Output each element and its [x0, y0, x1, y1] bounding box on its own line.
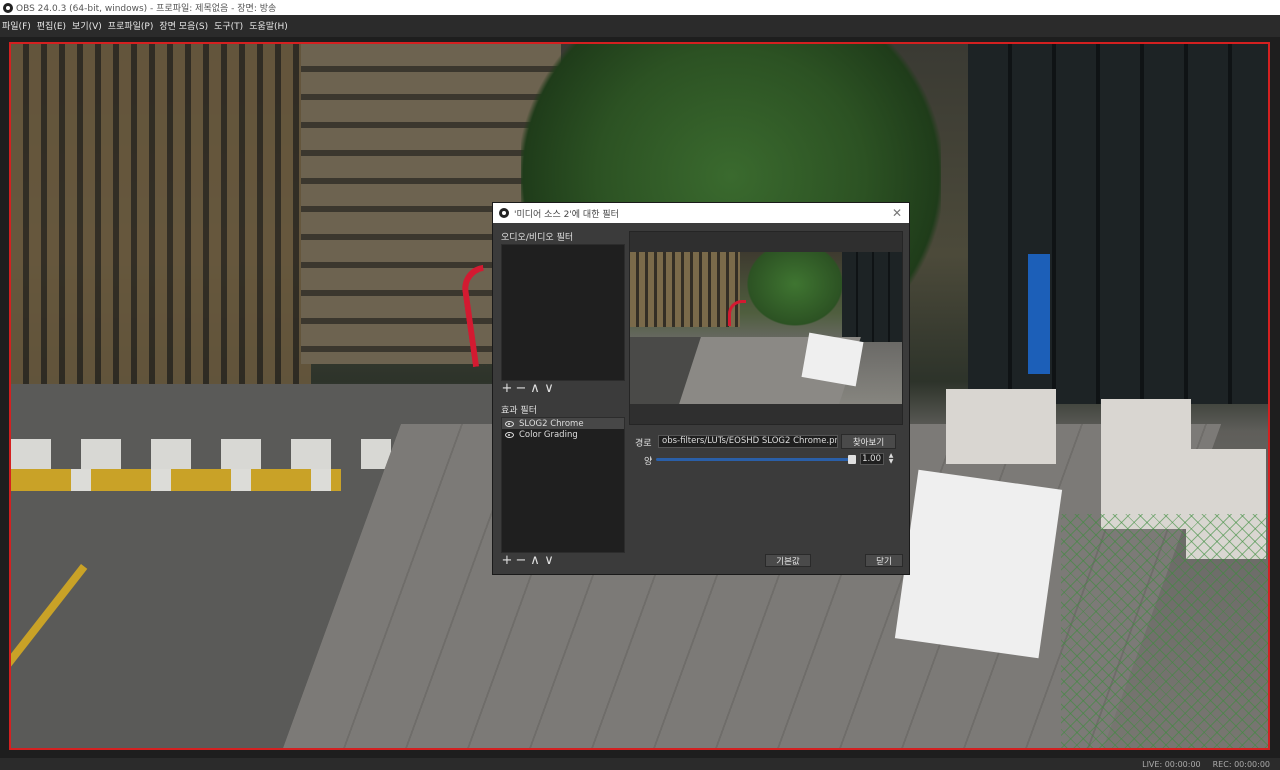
blue-sign — [1028, 254, 1050, 374]
path-label: 경로 — [635, 439, 652, 449]
building-left — [11, 44, 311, 384]
effect-filter-name: SLOG2 Chrome — [519, 418, 584, 429]
store-banner — [801, 332, 864, 387]
green-fence — [1061, 514, 1268, 748]
road-markings — [11, 469, 341, 491]
effect-filter-item[interactable]: Color Grading — [502, 429, 624, 440]
filter-preview — [629, 231, 903, 425]
dialog-title-bar[interactable]: '미디어 소스 2'에 대한 필터 ✕ — [493, 203, 909, 223]
effect-filter-item[interactable]: SLOG2 Chrome — [502, 418, 624, 429]
menu-edit[interactable]: 편집(E) — [35, 19, 70, 32]
menu-profile[interactable]: 프로파일(P) — [106, 19, 158, 32]
menu-scene-collection[interactable]: 장면 모음(S) — [157, 19, 212, 32]
defaults-button[interactable]: 기본값 — [765, 554, 811, 567]
effect-filter-list[interactable]: SLOG2 Chrome Color Grading — [501, 417, 625, 553]
title-bar: OBS 24.0.3 (64-bit, windows) - 프로파일: 제목없… — [0, 0, 1280, 15]
red-sculpture — [728, 300, 746, 326]
close-button[interactable]: 닫기 — [865, 554, 903, 567]
move-up-button[interactable]: ∧ — [529, 553, 541, 568]
menu-file[interactable]: 파일(F) — [0, 19, 35, 32]
amount-label: 양 — [644, 457, 653, 467]
air-conditioner — [1101, 399, 1191, 529]
trees — [740, 252, 850, 332]
air-conditioner — [946, 389, 1056, 464]
menu-view[interactable]: 보기(V) — [70, 19, 106, 32]
add-filter-button[interactable]: + — [501, 381, 513, 396]
remove-filter-button[interactable]: − — [515, 553, 527, 568]
crosswalk — [11, 439, 391, 469]
building-right — [842, 252, 902, 342]
obs-logo-icon — [499, 208, 509, 218]
live-status: LIVE: 00:00:00 — [1142, 759, 1201, 769]
amount-input[interactable]: 1.00 — [860, 453, 884, 465]
audio-video-filter-list[interactable] — [501, 244, 625, 381]
browse-button[interactable]: 찾아보기 — [841, 434, 896, 449]
building-left — [630, 252, 740, 327]
window-title: OBS 24.0.3 (64-bit, windows) - 프로파일: 제목없… — [16, 4, 277, 14]
eye-icon[interactable] — [505, 420, 514, 427]
menu-help[interactable]: 도움말(H) — [247, 19, 292, 32]
add-filter-button[interactable]: + — [501, 553, 513, 568]
move-down-button[interactable]: ∨ — [543, 553, 555, 568]
amount-slider[interactable] — [656, 458, 856, 461]
path-input[interactable]: obs-filters/LUTs/EOSHD SLOG2 Chrome.png — [658, 435, 838, 448]
move-up-button[interactable]: ∧ — [529, 381, 541, 396]
audio-video-list-tools: + − ∧ ∨ — [501, 381, 555, 396]
menu-bar: 파일(F) 편집(E) 보기(V) 프로파일(P) 장면 모음(S) 도구(T)… — [0, 15, 1280, 35]
filter-preview-image — [630, 252, 902, 404]
amount-spinner[interactable]: ▲ ▼ — [887, 453, 895, 465]
filters-dialog: '미디어 소스 2'에 대한 필터 ✕ 오디오/비디오 필터 + − ∧ ∨ 효… — [492, 202, 910, 575]
eye-icon[interactable] — [505, 431, 514, 438]
amount-slider-handle[interactable] — [848, 455, 856, 464]
effect-filters-label: 효과 필터 — [501, 406, 537, 416]
effect-filter-name: Color Grading — [519, 429, 578, 440]
dialog-title: '미디어 소스 2'에 대한 필터 — [514, 209, 619, 220]
status-bar: LIVE: 00:00:00 REC: 00:00:00 — [0, 758, 1280, 770]
effect-list-tools: + − ∧ ∨ — [501, 553, 555, 568]
audio-video-filters-label: 오디오/비디오 필터 — [501, 233, 574, 243]
move-down-button[interactable]: ∨ — [543, 381, 555, 396]
menu-tools[interactable]: 도구(T) — [212, 19, 247, 32]
obs-logo-icon — [3, 2, 13, 13]
remove-filter-button[interactable]: − — [515, 381, 527, 396]
store-banner — [894, 469, 1063, 659]
rec-status: REC: 00:00:00 — [1212, 759, 1270, 769]
close-icon[interactable]: ✕ — [892, 206, 902, 220]
building-right — [968, 44, 1268, 404]
